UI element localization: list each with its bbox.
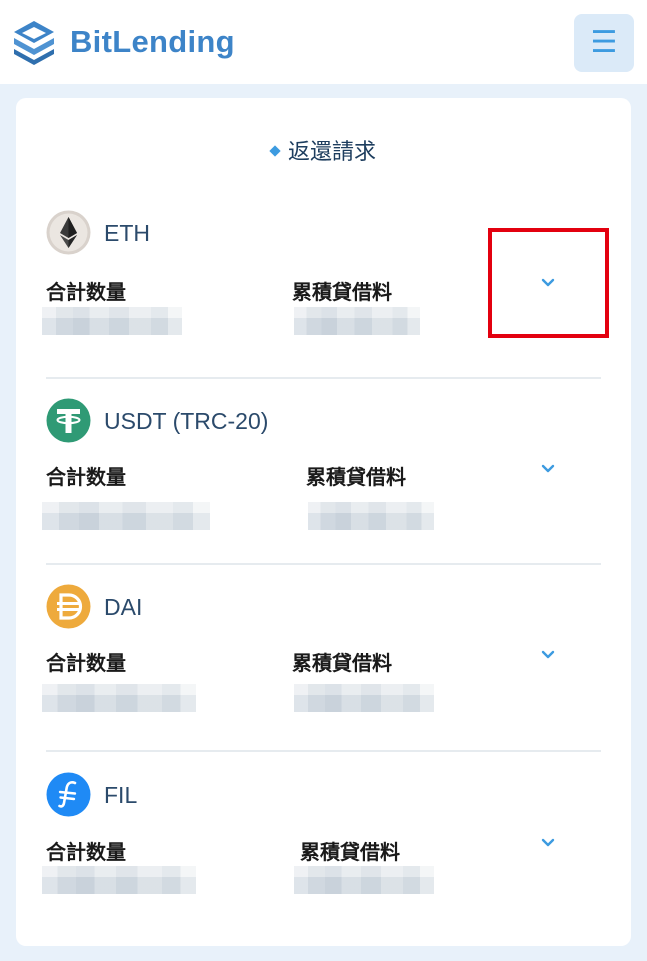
cumulative-fee-label: 累積貸借料	[306, 465, 406, 489]
menu-button[interactable]: ☰	[574, 14, 634, 72]
chevron-down-icon[interactable]	[541, 648, 555, 662]
redacted-value	[308, 502, 434, 530]
redacted-value	[42, 684, 196, 712]
total-quantity-label: 合計数量	[46, 651, 126, 675]
repayment-card: 返還請求 ETH 合計数量 累積貸借料 USDT (TRC-20) 合計数量 累…	[16, 98, 631, 946]
chevron-down-icon[interactable]	[541, 462, 555, 476]
redacted-value	[294, 866, 434, 894]
ethereum-icon	[46, 210, 91, 255]
total-quantity-label: 合計数量	[46, 465, 126, 489]
bitlending-logo-icon	[14, 21, 54, 65]
cumulative-fee-label: 累積貸借料	[292, 280, 392, 304]
coin-name: USDT (TRC-20)	[104, 408, 269, 434]
redacted-value	[42, 307, 182, 335]
coin-name: DAI	[104, 594, 143, 620]
section-title-text: 返還請求	[287, 140, 376, 165]
diamond-icon	[269, 145, 281, 157]
coin-name: FIL	[104, 782, 138, 808]
cumulative-fee-label: 累積貸借料	[300, 840, 400, 864]
redacted-value	[294, 307, 420, 335]
total-quantity-label: 合計数量	[46, 280, 126, 304]
highlight-box	[488, 228, 609, 338]
dai-icon	[46, 584, 91, 629]
filecoin-icon	[46, 772, 91, 817]
divider	[46, 377, 601, 379]
brand-name: BitLending	[70, 24, 235, 59]
redacted-value	[42, 866, 196, 894]
redacted-value	[42, 502, 210, 530]
tether-icon	[46, 398, 91, 443]
coin-name: ETH	[104, 220, 150, 246]
chevron-down-icon[interactable]	[541, 836, 555, 850]
divider	[46, 563, 601, 565]
total-quantity-label: 合計数量	[46, 840, 126, 864]
section-title: 返還請求	[16, 134, 631, 166]
app-header: BitLending ☰	[0, 0, 647, 84]
divider	[46, 750, 601, 752]
brand-logo[interactable]: BitLending	[12, 18, 235, 66]
hamburger-menu-icon: ☰	[590, 25, 618, 60]
cumulative-fee-label: 累積貸借料	[292, 651, 392, 675]
redacted-value	[294, 684, 434, 712]
